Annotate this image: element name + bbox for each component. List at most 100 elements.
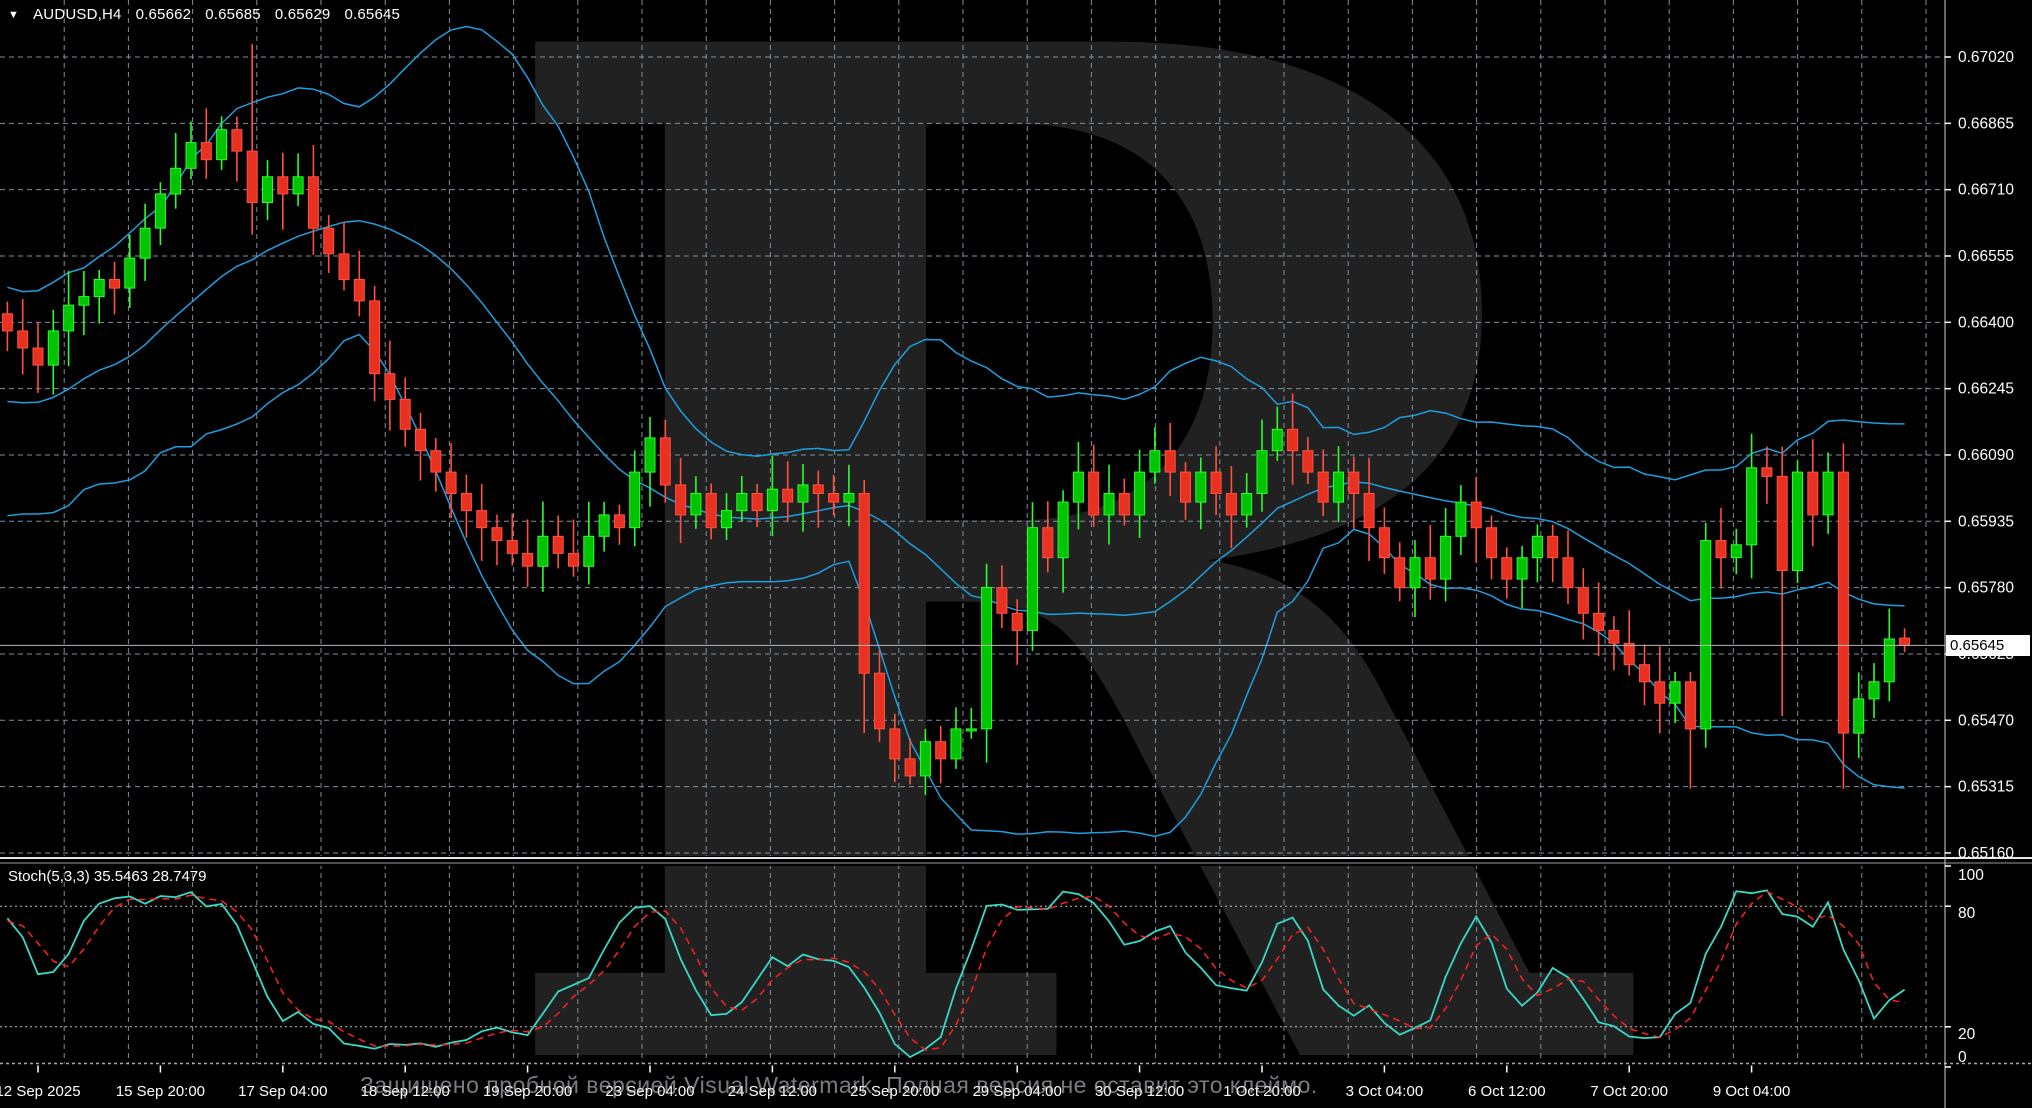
bear-candle [813,485,823,494]
bear-candle [553,536,563,553]
bull-candle [798,485,808,502]
time-axis-label: 15 Sep 20:00 [116,1083,205,1100]
time-axis-label: 17 Sep 04:00 [238,1083,327,1100]
price-axis-label: 0.65160 [1958,845,2014,862]
bull-candle [171,168,181,194]
bull-candle [1532,536,1542,557]
bear-candle [1685,682,1695,729]
bear-candle [1364,494,1374,528]
bull-candle [1670,682,1680,703]
symbol-timeframe-label: AUDUSD,H4 [33,6,121,23]
price-axis-label: 0.66245 [1958,381,2014,398]
bear-candle [1900,638,1910,645]
bull-candle [1456,502,1466,536]
bull-candle [1747,468,1757,545]
bear-candle [890,729,900,759]
bull-candle [1196,472,1206,502]
bull-candle [584,536,594,566]
symbol-dropdown-icon[interactable]: ▼ [8,9,19,21]
bull-candle [951,729,961,759]
bull-candle [1441,536,1451,579]
current-price-badge: 0.65645 [1946,635,2030,656]
bear-candle [201,143,211,160]
bull-candle [155,194,165,228]
bear-candle [1089,472,1099,515]
bear-candle [829,494,839,503]
bull-candle [645,438,655,472]
time-axis-label: 12 Sep 2025 [0,1083,81,1100]
price-axis-label: 0.66090 [1958,447,2014,464]
price-axis-label: 0.65935 [1958,513,2014,530]
bear-candle [18,331,28,348]
bull-candle [217,130,227,160]
bear-candle [247,151,257,202]
bear-candle [477,511,487,528]
chart-window: R12 Sep 202515 Sep 20:0017 Sep 04:0018 S… [0,0,2032,1108]
bear-candle [1502,558,1512,579]
bear-candle [232,130,242,151]
bull-candle [767,489,777,510]
bull-candle [1823,472,1833,515]
bear-candle [416,429,426,450]
stoch-axis-label: 0 [1958,1049,1967,1066]
bear-candle [1838,472,1848,733]
bear-candle [1119,494,1129,515]
bull-candle [538,536,548,566]
bear-candle [1165,451,1175,472]
quote-close: 0.65645 [344,6,400,23]
bull-candle [140,228,150,258]
price-axis-label: 0.65470 [1958,712,2014,729]
bear-candle [997,588,1007,614]
time-axis-label: 3 Oct 04:00 [1346,1083,1424,1100]
bear-candle [752,494,762,511]
quote-high: 0.65685 [205,6,261,23]
bear-candle [706,494,716,528]
time-axis-label: 6 Oct 12:00 [1468,1083,1546,1100]
bear-candle [1318,472,1328,502]
bear-candle [569,553,579,566]
bear-candle [1777,476,1787,570]
bull-candle [125,258,135,288]
bull-candle [1793,472,1803,570]
price-axis-label: 0.66865 [1958,115,2014,132]
bull-candle [1104,494,1114,515]
bear-candle [1716,541,1726,558]
bull-candle [599,515,609,536]
watermark-trial-text: Защищено пробной версией Visual Watermar… [360,1072,1318,1099]
bull-candle [630,472,640,528]
bull-candle [1334,472,1344,502]
bear-candle [783,489,793,502]
bear-candle [1303,451,1313,472]
bear-candle [905,759,915,776]
bear-candle [614,515,624,528]
bear-candle [431,451,441,472]
bull-candle [1701,541,1711,729]
price-axis-label: 0.67020 [1958,49,2014,66]
bull-candle [94,280,104,297]
bull-candle [1242,494,1252,515]
bear-candle [400,399,410,429]
bear-candle [875,673,885,729]
bull-candle [1257,451,1267,494]
price-axis-label: 0.65315 [1958,779,2014,796]
bear-candle [507,541,517,554]
bear-candle [1578,588,1588,614]
bear-candle [1762,468,1772,477]
bull-candle [1410,558,1420,588]
bull-candle [79,297,89,306]
bear-candle [339,254,349,280]
bull-candle [64,305,74,331]
bear-candle [660,438,670,485]
bear-candle [859,494,869,674]
bear-candle [1594,613,1604,630]
bull-candle [691,494,701,515]
bull-candle [1869,682,1879,699]
chart-canvas[interactable]: R12 Sep 202515 Sep 20:0017 Sep 04:0018 S… [0,0,2032,1108]
time-axis-label: 7 Oct 20:00 [1590,1083,1668,1100]
bull-candle [1731,545,1741,558]
bear-candle [1487,528,1497,558]
bear-candle [676,485,686,515]
bull-candle [966,729,976,731]
bear-candle [1226,494,1236,515]
bull-candle [1272,429,1282,450]
